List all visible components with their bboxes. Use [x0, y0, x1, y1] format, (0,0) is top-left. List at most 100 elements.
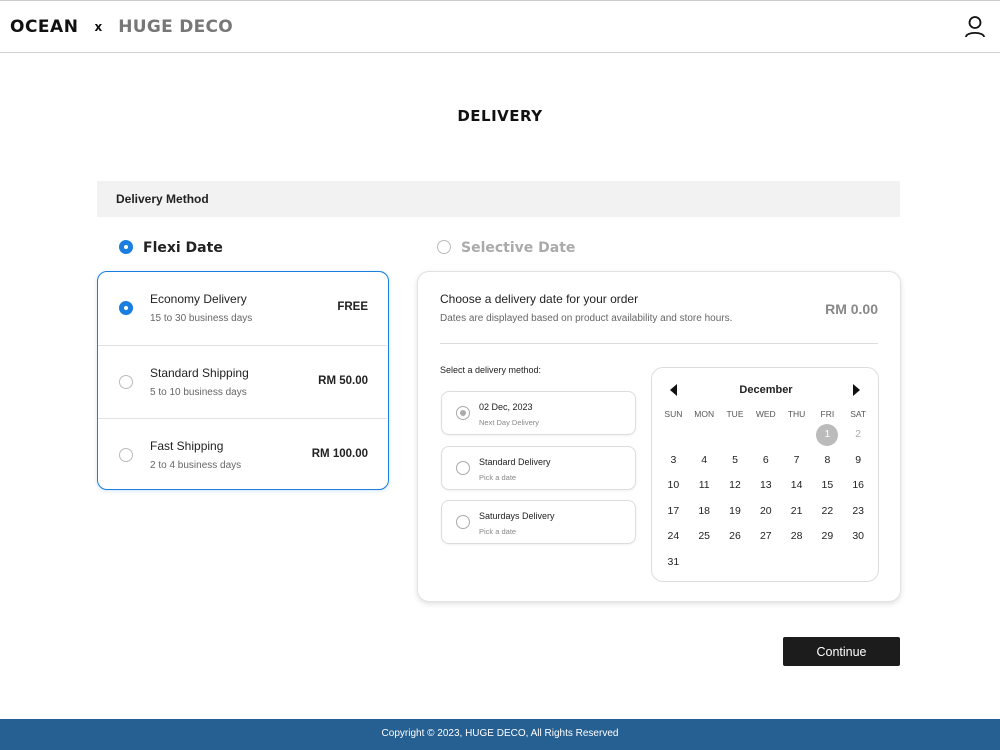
calendar-day[interactable]: 5	[720, 448, 751, 474]
calendar-day[interactable]: 12	[720, 473, 751, 499]
delivery-method-prompt: Select a delivery method:	[440, 365, 542, 375]
brand-logo[interactable]: OCEAN x HUGE DECO	[10, 17, 233, 37]
divider	[440, 343, 878, 344]
calendar-day[interactable]: 29	[812, 524, 843, 550]
delivery-method-saturdays[interactable]: Saturdays Delivery Pick a date	[441, 500, 636, 544]
shipping-option-description: 2 to 4 business days	[150, 460, 242, 471]
standard-shipping-radio[interactable]	[119, 375, 133, 389]
calendar-day[interactable]: 31	[658, 550, 689, 576]
selective-date-label[interactable]: Selective Date	[461, 240, 575, 256]
delivery-method-subtitle: Next Day Delivery	[479, 418, 540, 427]
shipping-option-description: 5 to 10 business days	[150, 387, 247, 398]
calendar-day[interactable]: 21	[781, 499, 812, 525]
calendar-day[interactable]: 20	[750, 499, 781, 525]
shipping-option-price: FREE	[337, 301, 368, 313]
saturdays-delivery-radio[interactable]	[456, 515, 470, 529]
calendar-day[interactable]: 22	[812, 499, 843, 525]
shipping-option-economy[interactable]: Economy Delivery 15 to 30 business days …	[98, 272, 387, 345]
calendar-empty-cell	[781, 550, 812, 576]
calendar-day[interactable]: 23	[843, 499, 874, 525]
calendar-day[interactable]: 26	[720, 524, 751, 550]
calendar-day[interactable]: 4	[689, 448, 720, 474]
delivery-method-title: Standard Delivery	[479, 457, 551, 467]
flexi-date-label[interactable]: Flexi Date	[143, 240, 223, 256]
calendar-day[interactable]: 2	[843, 422, 874, 448]
top-navbar: OCEAN x HUGE DECO	[0, 0, 1000, 53]
continue-button[interactable]: Continue	[783, 637, 900, 666]
calendar-day[interactable]: 9	[843, 448, 874, 474]
calendar-day[interactable]: 1	[812, 422, 843, 448]
calendar-day[interactable]: 27	[750, 524, 781, 550]
calendar-week-row: 3456789	[658, 448, 874, 474]
fast-shipping-radio[interactable]	[119, 448, 133, 462]
calendar-day[interactable]: 17	[658, 499, 689, 525]
shipping-option-standard[interactable]: Standard Shipping 5 to 10 business days …	[98, 345, 387, 418]
economy-radio[interactable]	[119, 301, 133, 315]
calendar-weekday-label: SUN	[664, 409, 683, 419]
delivery-method-subtitle: Pick a date	[479, 527, 517, 536]
shipping-option-price: RM 50.00	[318, 375, 368, 387]
selective-subheading: Dates are displayed based on product ava…	[440, 313, 733, 324]
calendar-day[interactable]: 14	[781, 473, 812, 499]
calendar-next-month-icon[interactable]	[853, 384, 860, 396]
calendar-week-row: 10 11 12 13 14 15 16	[658, 473, 874, 499]
standard-delivery-radio[interactable]	[456, 461, 470, 475]
calendar-week-row: 31	[658, 550, 874, 576]
calendar-day[interactable]: 28	[781, 524, 812, 550]
calendar-day[interactable]: 25	[689, 524, 720, 550]
shipping-option-name: Economy Delivery	[150, 292, 247, 306]
calendar-day[interactable]: 3	[658, 448, 689, 474]
calendar-day[interactable]: 11	[689, 473, 720, 499]
next-day-radio[interactable]	[456, 406, 470, 420]
footer-copyright: Copyright © 2023, HUGE DECO, All Rights …	[381, 728, 619, 739]
delivery-method-title: Saturdays Delivery	[479, 511, 555, 521]
delivery-method-next-day[interactable]: 02 Dec, 2023 Next Day Delivery	[441, 391, 636, 435]
flexi-date-radio[interactable]	[119, 240, 133, 254]
calendar-weeks: 1 2 3 4 5 6 7 8 9 10 11 12 13 14 15 16 17 18 19 20 21 22 23 24 2…	[658, 422, 874, 575]
calendar-day[interactable]: 13	[750, 473, 781, 499]
calendar-empty-cell	[689, 550, 720, 576]
calendar-day[interactable]: 6	[750, 448, 781, 474]
delivery-method-subtitle: Pick a date	[479, 473, 517, 482]
calendar-weekday-label: FRI	[820, 409, 835, 419]
selective-date-radio[interactable]	[437, 240, 451, 254]
calendar-empty-cell	[781, 422, 812, 448]
page-title: DELIVERY	[457, 107, 543, 125]
delivery-method-label: Delivery Method	[116, 192, 209, 206]
delivery-method-title: 02 Dec, 2023	[479, 402, 533, 412]
delivery-method-header: Delivery Method	[97, 181, 900, 217]
calendar-grid: SUN MON TUE WED THU FRI SAT 1 2 3 4 5 6 7 8 9 10 11 12 13 1…	[658, 406, 874, 575]
calendar-day[interactable]: 8	[812, 448, 843, 474]
calendar-month-title: December	[739, 384, 793, 396]
shipping-options-card: Economy Delivery 15 to 30 business days …	[97, 271, 389, 490]
calendar-day[interactable]: 15	[812, 473, 843, 499]
calendar-day[interactable]: 19	[720, 499, 751, 525]
calendar-day[interactable]: 7	[781, 448, 812, 474]
calendar-empty-cell	[689, 422, 720, 448]
delivery-method-standard[interactable]: Standard Delivery Pick a date	[441, 446, 636, 490]
calendar-empty-cell	[750, 422, 781, 448]
shipping-option-name: Fast Shipping	[150, 439, 224, 453]
selective-price: RM 0.00	[825, 301, 878, 317]
shipping-option-description: 15 to 30 business days	[150, 313, 253, 324]
shipping-option-fast[interactable]: Fast Shipping 2 to 4 business days RM 10…	[98, 418, 387, 491]
brand-separator: x	[94, 20, 103, 34]
calendar: December SUN MON TUE WED THU FRI SAT 123456789…	[651, 367, 879, 582]
shipping-option-price: RM 100.00	[311, 448, 368, 460]
calendar-weekdays: SUN MON TUE WED THU FRI SAT	[658, 406, 874, 422]
shipping-option-name: Standard Shipping	[150, 366, 249, 380]
calendar-empty-cell	[720, 550, 751, 576]
calendar-week-row: 12	[658, 422, 874, 448]
brand-huge-deco: HUGE DECO	[118, 17, 234, 37]
calendar-day[interactable]: 24	[658, 524, 689, 550]
calendar-day[interactable]: 18	[689, 499, 720, 525]
user-account-icon[interactable]	[964, 15, 986, 39]
calendar-weekday-label: TUE	[726, 409, 744, 419]
calendar-weekday-label: MON	[694, 409, 715, 419]
selective-date-card: Choose a delivery date for your order Da…	[417, 271, 901, 602]
calendar-day[interactable]: 30	[843, 524, 874, 550]
calendar-day[interactable]: 16	[843, 473, 874, 499]
calendar-week-row: 17 18 19 20 21 22 23	[658, 499, 874, 525]
footer: Copyright © 2023, HUGE DECO, All Rights …	[0, 719, 1000, 750]
calendar-day[interactable]: 10	[658, 473, 689, 499]
